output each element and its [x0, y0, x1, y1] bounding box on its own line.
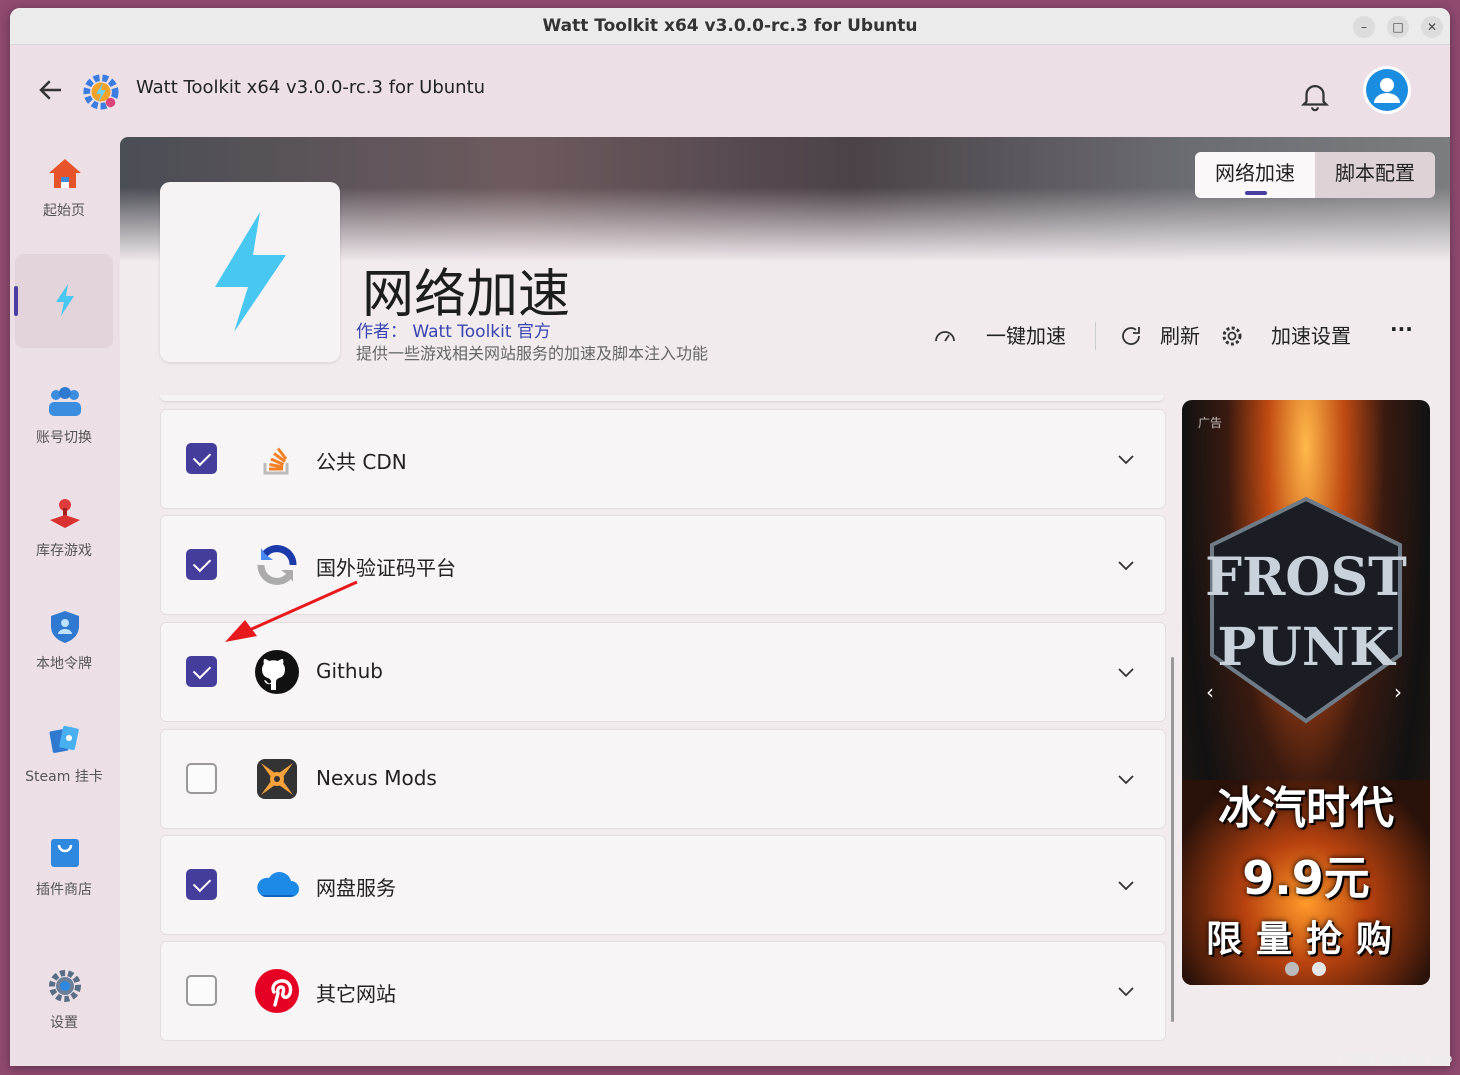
sidebar-item-label: Steam 挂卡 [25, 769, 103, 785]
ad-tag: 广告 [1198, 416, 1223, 430]
chevron-down-icon[interactable] [1116, 450, 1136, 470]
checkbox[interactable] [186, 975, 217, 1006]
plugin-icon [160, 182, 340, 362]
svg-text:PUNK: PUNK [1217, 617, 1396, 678]
ad-promo: 限量抢购 [1205, 919, 1406, 960]
window-title: Watt Toolkit x64 v3.0.0-rc.3 for Ubuntu [542, 16, 918, 36]
bell-icon[interactable] [1298, 79, 1332, 113]
carousel-dot[interactable] [1285, 962, 1299, 976]
sidebar-item-local-token[interactable]: 本地令牌 [15, 593, 113, 687]
lightning-icon [215, 212, 286, 332]
sidebar-item-label: 起始页 [43, 203, 85, 219]
chevron-down-icon[interactable] [1116, 876, 1136, 896]
shopping-bag-icon [51, 839, 79, 867]
list-item[interactable]: 其它网站 [160, 941, 1166, 1041]
list-item[interactable]: Nexus Mods [160, 729, 1166, 829]
page-title: 网络加速 [362, 265, 571, 325]
speedometer-icon[interactable] [933, 324, 957, 348]
lightning-icon [56, 284, 74, 316]
user-avatar-icon [1366, 69, 1408, 111]
group-name: 国外验证码平台 [316, 556, 456, 580]
watermark: CSDN @hkNaruto [1338, 1052, 1453, 1067]
github-icon [255, 650, 299, 694]
watt-toolkit-logo-icon [83, 74, 119, 110]
plugin-description: 提供一些游戏相关网站服务的加速及脚本注入功能 [356, 344, 709, 363]
cards-icon [49, 725, 79, 753]
sidebar-item-steam-idle[interactable]: Steam 挂卡 [15, 706, 113, 800]
app-window: Watt Toolkit x64 v3.0.0-rc.3 for Ubuntu … [10, 8, 1450, 1066]
app-title: Watt Toolkit x64 v3.0.0-rc.3 for Ubuntu [136, 77, 486, 98]
tab-bar: 网络加速 脚本配置 [1195, 152, 1435, 198]
chevron-down-icon[interactable] [1116, 982, 1136, 1002]
checkbox[interactable] [186, 869, 217, 900]
sidebar-item-settings[interactable]: 设置 [15, 952, 113, 1046]
joystick-icon [50, 499, 80, 528]
minimize-button[interactable]: – [1353, 16, 1375, 38]
more-button[interactable]: ··· [1390, 317, 1413, 341]
pinterest-icon [255, 969, 299, 1013]
active-indicator [14, 286, 18, 316]
arrow-left-icon[interactable] [36, 75, 66, 105]
sidebar-item-plugin-store[interactable]: 插件商店 [15, 819, 113, 913]
users-icon [49, 387, 81, 416]
onedrive-cloud-icon [257, 872, 299, 897]
maximize-button[interactable]: □ [1387, 16, 1409, 38]
list-item[interactable]: 网盘服务 [160, 835, 1166, 935]
accelerate-settings-button[interactable]: 加速设置 [1271, 320, 1351, 349]
ad-next-button[interactable]: › [1394, 680, 1402, 704]
gear-icon [49, 970, 81, 1002]
red-arrow-annotation [225, 580, 358, 642]
shield-icon [51, 611, 79, 643]
scrollbar[interactable] [1171, 657, 1174, 1022]
sidebar: 起始页 账号切换 库存游戏 本地令牌 Steam 挂卡 插件商店 设置 [10, 137, 120, 1066]
svg-text:FROST: FROST [1205, 547, 1407, 608]
tab-active-indicator [1245, 191, 1267, 195]
chevron-down-icon[interactable] [1116, 556, 1136, 576]
gear-icon[interactable] [1220, 324, 1244, 348]
stackoverflow-icon [263, 447, 289, 475]
title-bar: Watt Toolkit x64 v3.0.0-rc.3 for Ubuntu … [10, 8, 1450, 45]
nexus-mods-icon [257, 759, 297, 799]
one-click-accelerate-button[interactable]: 一键加速 [986, 320, 1066, 349]
chevron-down-icon[interactable] [1116, 663, 1136, 683]
sidebar-item-label: 本地令牌 [36, 656, 92, 672]
divider [1095, 322, 1096, 350]
sidebar-item-label: 账号切换 [36, 430, 92, 446]
tab-label: 网络加速 [1215, 161, 1295, 185]
carousel-dot[interactable] [1312, 962, 1326, 976]
ad-price: 9.9元 [1242, 851, 1370, 905]
group-name: Nexus Mods [316, 766, 437, 790]
sidebar-item-account-switch[interactable]: 账号切换 [15, 367, 113, 461]
frostpunk-logo: FROST PUNK [1205, 496, 1407, 724]
sidebar-item-inventory-games[interactable]: 库存游戏 [15, 480, 113, 574]
app-header: Watt Toolkit x64 v3.0.0-rc.3 for Ubuntu [10, 45, 1450, 137]
group-name: 公共 CDN [316, 450, 407, 474]
close-button[interactable]: ✕ [1421, 16, 1443, 38]
list-item[interactable]: 公共 CDN [160, 409, 1166, 509]
refresh-icon[interactable] [1119, 324, 1143, 348]
tab-script-config[interactable]: 脚本配置 [1315, 152, 1435, 198]
ad-title: 冰汽时代 [1218, 783, 1394, 834]
checkbox[interactable] [186, 656, 217, 687]
sidebar-item-network-accelerate[interactable] [14, 254, 113, 348]
chevron-down-icon[interactable] [1116, 770, 1136, 790]
group-name: 网盘服务 [316, 876, 396, 900]
home-icon [49, 159, 81, 188]
ad-prev-button[interactable]: ‹ [1206, 680, 1214, 704]
checkbox[interactable] [186, 443, 217, 474]
refresh-button[interactable]: 刷新 [1160, 320, 1200, 349]
group-name: Github [316, 659, 383, 683]
plugin-author: 作者： Watt Toolkit 官方 [356, 322, 551, 342]
avatar[interactable] [1363, 66, 1411, 114]
sidebar-item-label: 插件商店 [36, 882, 92, 898]
checkbox[interactable] [186, 549, 217, 580]
tab-network-accelerate[interactable]: 网络加速 [1195, 152, 1315, 198]
sidebar-item-label: 设置 [50, 1015, 78, 1031]
checkbox[interactable] [186, 763, 217, 794]
group-name: 其它网站 [316, 982, 396, 1006]
list-top-edge [160, 395, 1164, 401]
sidebar-item-label: 库存游戏 [36, 543, 92, 559]
sidebar-item-home[interactable]: 起始页 [15, 140, 113, 234]
advertisement-banner[interactable]: 广告 FROST PUNK ‹ › 冰汽时代 9.9元 限量抢购 [1182, 400, 1430, 985]
